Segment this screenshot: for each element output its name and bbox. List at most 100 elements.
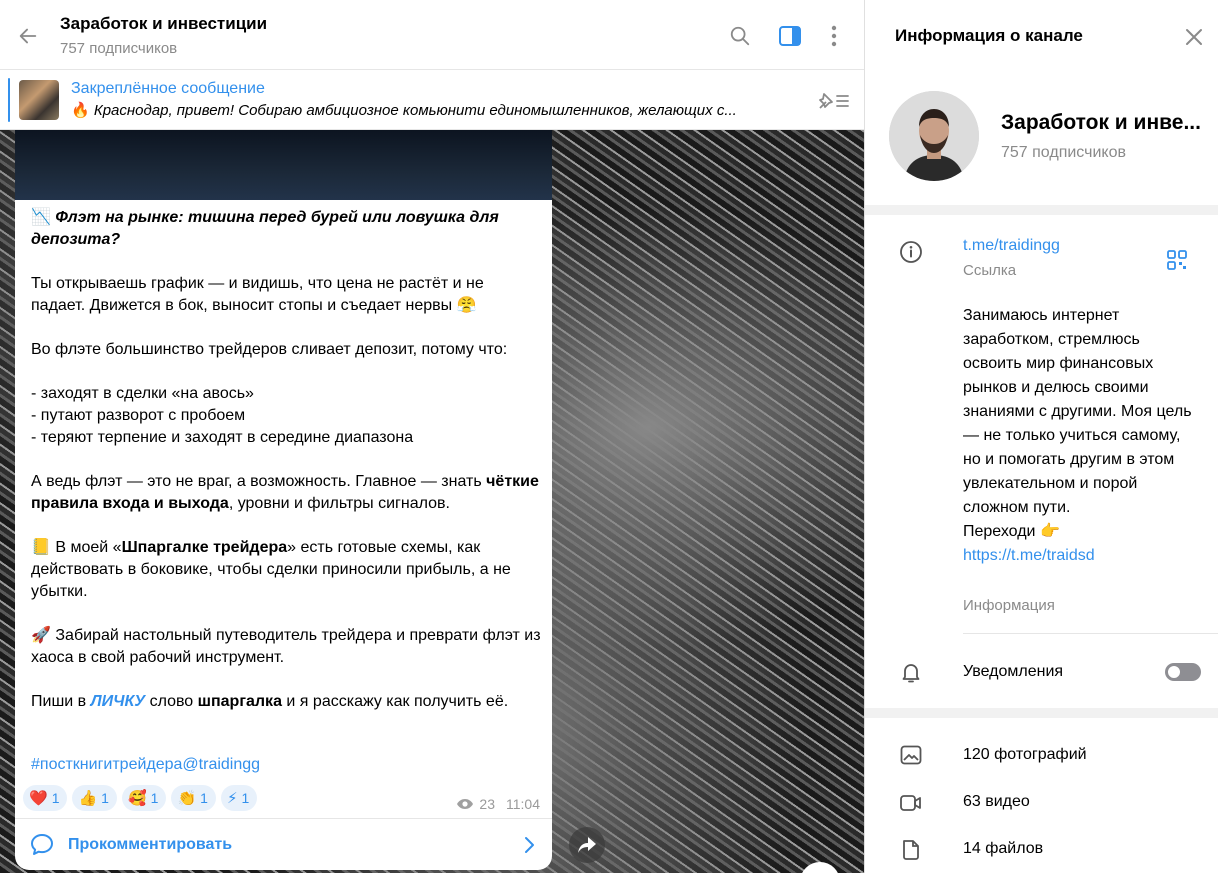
pinned-message-bar[interactable]: Закреплённое сообщение 🔥 Краснодар, прив… (0, 70, 864, 130)
chat-panel: Заработок и инвестиции 757 подписчиков З… (0, 0, 864, 873)
post-p6-text: Пиши в (31, 693, 87, 710)
search-icon (730, 26, 750, 46)
post-list: - заходят в сделки «на авось» - путают р… (31, 383, 541, 449)
info-icon (899, 240, 923, 264)
post-p4-bold: Шпаргалке трейдера (121, 539, 288, 556)
shared-photos[interactable]: 120 фотографий (963, 746, 1087, 764)
share-arrow-icon (578, 837, 596, 853)
sidebar-toggle-button[interactable] (778, 24, 802, 48)
info-panel-title: Информация о канале (895, 26, 1083, 45)
pin-list-icon (819, 93, 849, 109)
reaction-count: 1 (241, 790, 250, 806)
shared-files[interactable]: 14 файлов (963, 840, 1043, 858)
message-bubble: 📉 Флэт на рынке: тишина перед бурей или … (15, 130, 552, 870)
pinned-list-button[interactable] (816, 90, 850, 112)
pinned-text-content: Краснодар, привет! Собираю амбициозное к… (93, 102, 737, 119)
divider (963, 633, 1218, 634)
channel-name: Заработок и инве... (1001, 111, 1201, 134)
back-button[interactable] (14, 22, 42, 50)
reaction-thumbs-up[interactable]: 👍 1 (72, 785, 117, 811)
message-time: 11:04 (506, 796, 540, 812)
channel-subscribers: 757 подписчиков (60, 40, 178, 57)
qr-code-button[interactable] (1165, 248, 1189, 272)
view-count: 23 (479, 796, 495, 812)
more-vertical-icon (831, 25, 837, 47)
reactions-bar: ❤️ 1 👍 1 🥰 1 👏 1 ⚡ 1 (23, 785, 258, 811)
chart-down-emoji: 📉 (31, 209, 51, 226)
dm-link[interactable]: ЛИЧКУ (91, 693, 146, 710)
post-list-item: - теряют терпение и заходят в середине д… (31, 429, 414, 446)
channel-title[interactable]: Заработок и инвестиции (60, 14, 267, 34)
angry-emoji: 😤 (456, 297, 477, 314)
description-link[interactable]: https://t.me/traidsd (963, 547, 1095, 564)
forward-button[interactable] (569, 827, 605, 863)
post-image[interactable] (15, 130, 552, 200)
post-list-item: - путают разворот с пробоем (31, 407, 246, 424)
channel-description: Занимаюсь интернет заработком, стремлюсь… (963, 304, 1193, 568)
pinned-title: Закреплённое сообщение (71, 80, 265, 97)
comment-icon (31, 834, 53, 855)
rocket-emoji: 🚀 (31, 627, 51, 644)
search-button[interactable] (728, 24, 752, 48)
channel-link[interactable]: t.me/traidingg (963, 237, 1060, 255)
clap-icon: 👏 (177, 790, 197, 807)
post-p3-text: А ведь флэт — это не враг, а возможность… (31, 473, 482, 490)
post-paragraph-2: Во флэте большинство трейдеров сливает д… (31, 341, 508, 358)
post-p3-tail: , уровни и фильтры сигналов. (228, 495, 450, 512)
toggle-knob (1167, 665, 1181, 679)
post-p6-mid: слово (149, 693, 194, 710)
pinned-thumbnail (19, 80, 59, 120)
eye-icon (457, 799, 474, 809)
thumbs-up-icon: 👍 (78, 790, 98, 807)
bell-icon (899, 660, 923, 684)
post-heading: 📉 Флэт на рынке: тишина перед бурей или … (31, 207, 541, 251)
reaction-count: 1 (51, 790, 60, 806)
post-p6-bold: шпаргалка (197, 693, 282, 710)
hashtag-link[interactable]: #посткнигитрейдера@traidingg (31, 756, 260, 774)
fire-emoji: 🔥 (71, 102, 90, 119)
person-photo-icon (889, 91, 979, 181)
close-icon (1186, 29, 1202, 45)
chevron-right-icon (525, 837, 534, 853)
reaction-heart[interactable]: ❤️ 1 (23, 785, 68, 811)
channel-subscriber-count: 757 подписчиков (1001, 144, 1126, 161)
channel-info-panel: Информация о канале Заработок и инве... … (864, 0, 1218, 873)
comment-label: Прокомментировать (68, 836, 233, 853)
arrow-left-icon (19, 28, 37, 44)
reaction-count: 1 (200, 790, 208, 806)
lightning-icon: ⚡ (226, 790, 238, 807)
description-text: Занимаюсь интернет заработком, стремлюсь… (963, 307, 1192, 516)
description-label: Информация (963, 597, 1055, 614)
reaction-count: 1 (150, 790, 159, 806)
post-heading-text: Флэт на рынке: тишина перед бурей или ло… (31, 209, 499, 248)
post-p6-tail: и я расскажу как получить её. (286, 693, 509, 710)
post-list-item: - заходят в сделки «на авось» (31, 385, 254, 402)
post-paragraph-4: 📒 В моей «Шпаргалке трейдера» есть готов… (31, 537, 541, 603)
notebook-emoji: 📒 (31, 539, 51, 556)
pinned-text: 🔥 Краснодар, привет! Собираю амбициозное… (71, 101, 791, 119)
more-menu-button[interactable] (822, 24, 846, 48)
reaction-count: 1 (101, 790, 109, 806)
sidebar-icon (779, 26, 801, 46)
channel-avatar[interactable] (889, 91, 979, 181)
post-paragraph-5: 🚀 Забирай настольный путеводитель трейде… (31, 625, 541, 669)
notifications-toggle[interactable] (1165, 663, 1201, 681)
reaction-lightning[interactable]: ⚡ 1 (220, 785, 258, 811)
qr-code-icon (1167, 250, 1187, 270)
post-text: 📉 Флэт на рынке: тишина перед бурей или … (31, 207, 541, 735)
close-button[interactable] (1181, 24, 1207, 50)
shared-videos[interactable]: 63 видео (963, 793, 1030, 811)
description-go-text: Переходи (963, 523, 1036, 540)
chat-header: Заработок и инвестиции 757 подписчиков (0, 0, 864, 70)
message-meta: 23 11:04 (456, 796, 540, 812)
post-paragraph-1: Ты открываешь график — и видишь, что цен… (31, 273, 541, 317)
heart-icon: ❤️ (29, 790, 48, 807)
channel-link-label: Ссылка (963, 262, 1017, 279)
post-paragraph-3: А ведь флэт — это не враг, а возможность… (31, 471, 541, 515)
comment-button[interactable]: Прокомментировать (15, 818, 552, 870)
post-p5-text: Забирай настольный путеводитель трейдера… (31, 627, 541, 666)
reaction-love-face[interactable]: 🥰 1 (121, 785, 167, 811)
love-face-icon: 🥰 (127, 790, 147, 807)
video-icon (899, 791, 923, 815)
reaction-clap[interactable]: 👏 1 (171, 785, 216, 811)
